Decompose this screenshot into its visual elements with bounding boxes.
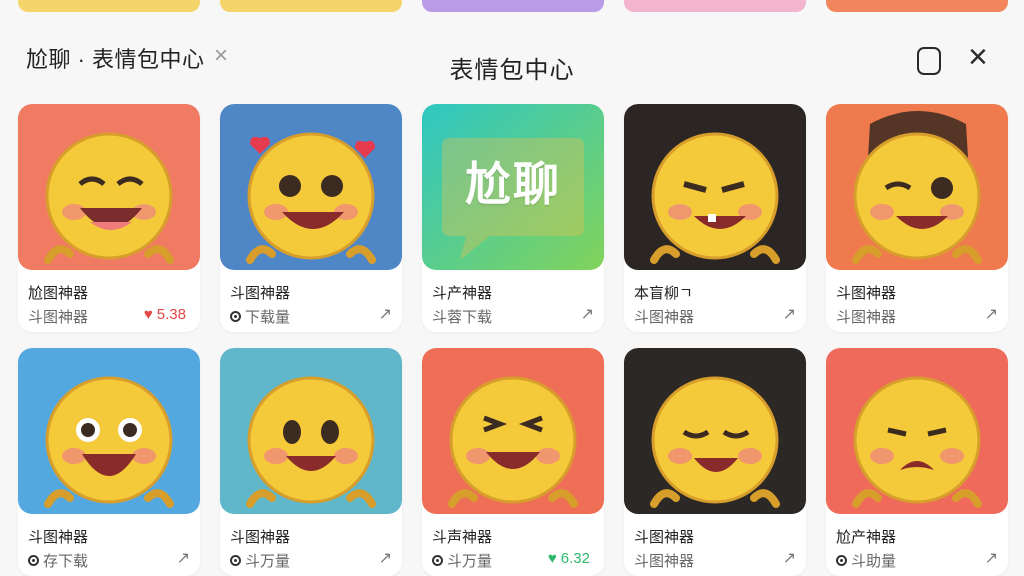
card-title: 尬图神器 bbox=[28, 285, 89, 302]
share-arrow-icon[interactable]: ↗ bbox=[985, 548, 998, 568]
card-meta-text: 斗图神器 bbox=[634, 309, 695, 326]
share-arrow-icon[interactable]: ↗ bbox=[985, 304, 998, 324]
view-icon bbox=[230, 311, 241, 322]
card-meta-text: 下载量 bbox=[245, 309, 291, 326]
card-thumbnail[interactable] bbox=[624, 348, 806, 514]
card-meta: 斗万量 bbox=[432, 550, 492, 571]
heart-icon: ♥ bbox=[143, 306, 153, 323]
view-icon bbox=[28, 555, 39, 566]
card-meta-text: 斗万量 bbox=[447, 553, 493, 570]
emoji-thumbnail bbox=[18, 104, 200, 270]
like-count[interactable]: ♥ 6.32 bbox=[548, 550, 590, 567]
card-title: 斗图神器 bbox=[28, 529, 89, 546]
emoji-thumbnail bbox=[422, 348, 604, 514]
view-icon bbox=[836, 555, 847, 566]
card-title: 斗图神器 bbox=[230, 529, 291, 546]
strip-card bbox=[422, 0, 604, 12]
card-meta: 斗图神器 bbox=[836, 306, 896, 327]
emoji-card[interactable]: 斗声神器斗万量 ♥ 6.32 bbox=[422, 348, 604, 576]
card-thumbnail[interactable] bbox=[826, 348, 1008, 514]
card-meta-text: 斗万量 bbox=[245, 553, 291, 570]
like-value: 5.38 bbox=[156, 306, 186, 323]
card-title: 斗图神器 bbox=[836, 285, 897, 302]
strip-card bbox=[826, 0, 1008, 12]
card-meta-text: 斗图神器 bbox=[634, 553, 695, 570]
header: 尬聊 · 表情包中心 × 表情包中心 × bbox=[0, 30, 1024, 90]
top-strip bbox=[0, 0, 1024, 14]
share-arrow-icon[interactable]: ↗ bbox=[783, 304, 796, 324]
emoji-card[interactable]: 斗图神器存下载 ↗ bbox=[18, 348, 200, 576]
card-title: 斗产神器 bbox=[432, 285, 493, 302]
share-arrow-icon[interactable]: ↗ bbox=[177, 548, 190, 568]
like-value: 6.32 bbox=[560, 550, 590, 567]
emoji-card[interactable]: 斗图神器 斗图神器 ↗ bbox=[624, 348, 806, 576]
card-meta: 存下载 bbox=[28, 550, 88, 571]
card-thumbnail[interactable]: 尬聊 bbox=[422, 104, 604, 270]
emoji-thumbnail bbox=[18, 348, 200, 514]
logo-text: 尬聊 bbox=[465, 158, 561, 210]
emoji-card[interactable]: 尬产神器斗助量 ↗ bbox=[826, 348, 1008, 576]
card-meta-text: 斗图神器 bbox=[28, 309, 89, 326]
emoji-thumbnail bbox=[826, 104, 1008, 270]
card-meta: 下载量 bbox=[230, 306, 290, 327]
maximize-button[interactable] bbox=[917, 47, 941, 75]
card-title: 尬产神器 bbox=[836, 529, 897, 546]
emoji-card[interactable]: 本盲柳ㄱ斗图神器 ↗ bbox=[624, 104, 806, 332]
share-arrow-icon[interactable]: ↗ bbox=[783, 548, 796, 568]
card-meta-text: 斗助量 bbox=[851, 553, 897, 570]
card-meta-text: 斗图神器 bbox=[836, 309, 897, 326]
emoji-card[interactable]: 斗图神器下载量 ↗ bbox=[220, 104, 402, 332]
card-title: 斗图神器 bbox=[634, 529, 695, 546]
card-meta-text: 斗蓉下载 bbox=[432, 309, 493, 326]
share-arrow-icon[interactable]: ↗ bbox=[379, 548, 392, 568]
view-icon bbox=[230, 555, 241, 566]
view-icon bbox=[432, 555, 443, 566]
emoji-card[interactable]: 尬聊斗产神器斗蓉下载 ↗ bbox=[422, 104, 604, 332]
card-thumbnail[interactable] bbox=[422, 348, 604, 514]
card-meta: 斗图神器 bbox=[634, 550, 694, 571]
card-meta: 斗助量 bbox=[836, 550, 896, 571]
emoji-thumbnail bbox=[220, 104, 402, 270]
emoji-thumbnail bbox=[624, 348, 806, 514]
card-meta: 斗蓉下载 bbox=[432, 306, 492, 327]
share-arrow-icon[interactable]: ↗ bbox=[581, 304, 594, 324]
strip-card bbox=[220, 0, 402, 12]
strip-card bbox=[18, 0, 200, 12]
card-thumbnail[interactable] bbox=[624, 104, 806, 270]
card-thumbnail[interactable] bbox=[220, 348, 402, 514]
card-meta: 斗图神器 bbox=[634, 306, 694, 327]
card-thumbnail[interactable] bbox=[220, 104, 402, 270]
card-meta: 斗万量 bbox=[230, 550, 290, 571]
card-title: 斗图神器 bbox=[230, 285, 291, 302]
card-title: 斗声神器 bbox=[432, 529, 493, 546]
emoji-pack-center-page: 尬聊 · 表情包中心 × 表情包中心 × 尬图神器 斗图神器 ♥ 5.38 斗图神器下… bbox=[0, 0, 1024, 576]
card-thumbnail[interactable] bbox=[18, 104, 200, 270]
emoji-thumbnail bbox=[624, 104, 806, 270]
emoji-card[interactable]: 斗图神器斗万量 ↗ bbox=[220, 348, 402, 576]
emoji-thumbnail bbox=[220, 348, 402, 514]
card-meta-text: 存下载 bbox=[43, 553, 89, 570]
window-close-button[interactable]: × bbox=[968, 40, 988, 74]
strip-card bbox=[624, 0, 806, 12]
emoji-card[interactable]: 斗图神器 斗图神器 ↗ bbox=[826, 104, 1008, 332]
card-thumbnail[interactable] bbox=[18, 348, 200, 514]
emoji-card[interactable]: 尬图神器斗图神器 ♥ 5.38 bbox=[18, 104, 200, 332]
page-title: 表情包中心 bbox=[449, 57, 575, 84]
card-thumbnail[interactable] bbox=[826, 104, 1008, 270]
like-count[interactable]: ♥ 5.38 bbox=[144, 306, 186, 323]
emoji-thumbnail bbox=[826, 348, 1008, 514]
heart-icon: ♥ bbox=[547, 550, 557, 567]
card-title: 本盲柳ㄱ bbox=[634, 285, 693, 302]
card-meta: 斗图神器 bbox=[28, 306, 88, 327]
share-arrow-icon[interactable]: ↗ bbox=[379, 304, 392, 324]
